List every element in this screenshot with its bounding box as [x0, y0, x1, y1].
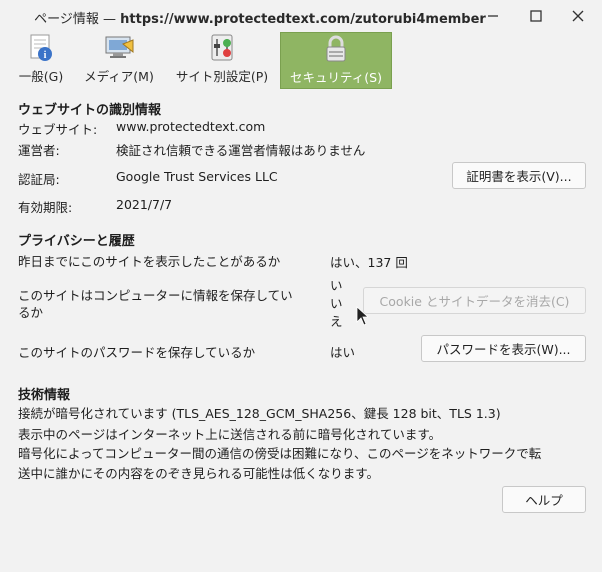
page-info-icon: i [25, 34, 57, 62]
owner-label: 運営者: [18, 143, 60, 158]
cookies-value-line2: い [330, 296, 343, 311]
window-title-url: https://www.protectedtext.com/zutorubi4m… [120, 12, 486, 27]
maximize-button[interactable] [525, 6, 547, 26]
cookies-label-line2: るか [18, 305, 44, 320]
window-title-prefix: ページ情報 — [34, 12, 121, 27]
tab-bar: i 一般(G) メディア(M) サイト別設定(P) セキュリティ(S) [0, 32, 602, 89]
cookies-value-line1: い [330, 278, 343, 293]
tab-permissions[interactable]: サイト別設定(P) [170, 32, 274, 87]
tab-permissions-label: サイト別設定(P) [175, 69, 269, 84]
tab-media[interactable]: メディア(M) [80, 32, 158, 87]
website-value: www.protectedtext.com [116, 119, 266, 134]
clear-cookies-button[interactable]: Cookie とサイトデータを消去(C) [363, 287, 586, 314]
technical-line2: 表示中のページはインターネット上に送信される前に暗号化されています。 [18, 427, 442, 442]
owner-value: 検証され信頼できる運営者情報はありません [116, 143, 366, 158]
minimize-icon [488, 15, 498, 17]
technical-heading: 技術情報 [18, 388, 71, 403]
media-icon [103, 34, 135, 62]
tab-general[interactable]: i 一般(G) [16, 32, 66, 87]
technical-line3a: 暗号化によってコンピューター間の通信の傍受は困難になり、このページをネットワーク… [18, 446, 542, 461]
privacy-heading: プライバシーと履歴 [18, 234, 135, 249]
cookies-label-line1: このサイトはコンピューターに情報を保存してい [18, 288, 293, 303]
tab-media-label: メディア(M) [84, 69, 154, 84]
verifier-label: 認証局: [18, 172, 60, 187]
tab-security-label: セキュリティ(S) [290, 70, 382, 85]
technical-paragraph: 暗号化によってコンピューター間の通信の傍受は困難になり、このページをネットワーク… [18, 444, 588, 484]
close-icon [572, 10, 584, 22]
verifier-value: Google Trust Services LLC [116, 169, 278, 184]
technical-line3b: 送中に誰かにその内容をのぞき見られる可能性は低くなります。 [18, 466, 380, 481]
minimize-button[interactable] [482, 6, 504, 26]
technical-line1: 接続が暗号化されています (TLS_AES_128_GCM_SHA256、鍵長 … [18, 406, 501, 421]
visited-label: 昨日までにこのサイトを表示したことがあるか [18, 254, 281, 269]
close-button[interactable] [567, 6, 589, 26]
tab-security[interactable]: セキュリティ(S) [280, 32, 392, 89]
identity-heading: ウェブサイトの識別情報 [18, 103, 162, 118]
svg-text:i: i [44, 50, 47, 61]
help-button[interactable]: ヘルプ [502, 486, 586, 513]
view-passwords-button[interactable]: パスワードを表示(W)... [421, 335, 586, 362]
expiry-label: 有効期限: [18, 200, 73, 215]
view-certificate-button[interactable]: 証明書を表示(V)... [452, 162, 586, 189]
mouse-cursor-icon [356, 306, 368, 326]
visited-value: はい、137 回 [330, 255, 408, 270]
window-title: ページ情報 — https://www.protectedtext.com/zu… [0, 8, 520, 27]
tab-general-label: 一般(G) [18, 69, 64, 84]
lock-icon [320, 35, 352, 63]
passwords-value: はい [330, 345, 356, 360]
maximize-icon [530, 10, 542, 22]
website-label: ウェブサイト: [18, 122, 98, 137]
passwords-label: このサイトのパスワードを保存しているか [18, 345, 256, 360]
title-bar: ページ情報 — https://www.protectedtext.com/zu… [0, 0, 602, 32]
cookies-value-line3: え [330, 314, 343, 329]
expiry-value: 2021/7/7 [116, 197, 173, 212]
permissions-icon [206, 34, 238, 62]
